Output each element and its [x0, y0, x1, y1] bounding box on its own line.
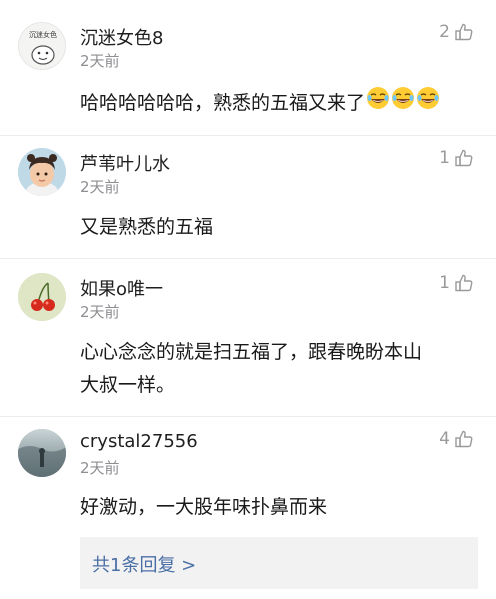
comment-text-line: 哈哈哈哈哈哈，熟悉的五福又来了 [80, 92, 366, 114]
like-button[interactable]: 4 [439, 429, 474, 449]
avatar[interactable] [18, 148, 66, 196]
thumbs-up-icon [455, 430, 473, 448]
thumbs-up-icon [455, 274, 473, 292]
comment-text: 哈哈哈哈哈哈，熟悉的五福又来了 [80, 86, 476, 121]
username[interactable]: crystal27556 [80, 431, 198, 452]
avatar[interactable] [18, 273, 66, 321]
like-count: 4 [439, 429, 450, 449]
username[interactable]: 沉迷女色8 [80, 24, 163, 50]
comment-text-line: 心心念念的就是扫五福了，跟春晚盼本山 [80, 341, 423, 363]
avatar[interactable]: 沉迷女色 [18, 22, 66, 70]
avatar-child-photo [18, 148, 66, 196]
comment-text: 心心念念的就是扫五福了，跟春晚盼本山 大叔一样。 [80, 336, 476, 402]
avatar-cherries-image [18, 273, 66, 321]
like-button[interactable]: 1 [439, 148, 474, 168]
tears-of-joy-emoji-icon [366, 86, 390, 121]
avatar[interactable] [18, 429, 66, 477]
comment-text-line: 大叔一样。 [80, 374, 176, 396]
like-count: 1 [439, 148, 450, 168]
tears-of-joy-emoji-icon [416, 86, 440, 121]
view-replies-link[interactable]: 共1条回复 > [92, 551, 196, 577]
avatar-landscape-photo [18, 429, 66, 477]
tears-of-joy-emoji-icon [391, 86, 415, 121]
timestamp: 2天前 [80, 178, 120, 196]
timestamp: 2天前 [80, 303, 120, 321]
svg-text:沉迷女色: 沉迷女色 [29, 30, 57, 39]
thumbs-up-icon [455, 149, 473, 167]
like-count: 1 [439, 273, 450, 293]
comment-text: 又是熟悉的五福 [80, 211, 476, 244]
like-button[interactable]: 1 [439, 273, 474, 293]
timestamp: 2天前 [80, 52, 120, 70]
divider [0, 258, 496, 259]
comment-text-line: 又是熟悉的五福 [80, 216, 214, 238]
username[interactable]: 如果o唯一 [80, 275, 163, 301]
divider [0, 416, 496, 417]
like-button[interactable]: 2 [439, 22, 474, 42]
comment-text: 好激动，一大股年味扑鼻而来 [80, 491, 476, 524]
divider [0, 135, 496, 136]
username[interactable]: 芦苇叶儿水 [80, 150, 170, 176]
like-count: 2 [439, 22, 450, 42]
avatar-cartoon-image: 沉迷女色 [29, 30, 57, 65]
comment-text-line: 好激动，一大股年味扑鼻而来 [80, 496, 328, 518]
thumbs-up-icon [455, 23, 473, 41]
reply-thread-box[interactable]: 共1条回复 > [80, 537, 478, 589]
timestamp: 2天前 [80, 459, 120, 477]
